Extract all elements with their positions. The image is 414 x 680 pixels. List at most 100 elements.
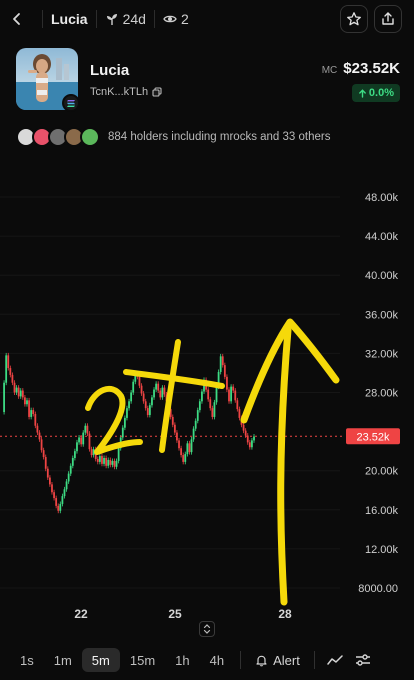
candle (130, 392, 133, 402)
candle (53, 492, 55, 499)
candle (78, 437, 80, 443)
candle (159, 390, 162, 398)
alert-button[interactable]: Alert (247, 653, 308, 668)
y-axis: 48.00k 44.00k 40.00k 36.00k 32.00k 28.00k 20.0… (358, 192, 398, 595)
candle (69, 465, 72, 474)
candle (228, 389, 230, 402)
price-change-value: 0.0% (368, 87, 394, 99)
share-icon (382, 12, 394, 25)
annotation-2x-text (85, 385, 143, 455)
price-chart[interactable]: 48.00k 44.00k 40.00k 36.00k 32.00k 28.00k 20.0… (0, 150, 414, 620)
candle (232, 386, 235, 391)
token-address-text: TcnK...kTLh (90, 86, 149, 98)
candle (21, 390, 24, 398)
timeframe-1s[interactable]: 1s (10, 648, 44, 672)
candle (9, 368, 12, 375)
holder-avatar (80, 127, 100, 147)
candle (28, 400, 30, 417)
candle (96, 458, 99, 462)
annotation-arrow-shaft (277, 326, 292, 606)
bell-icon (256, 655, 267, 666)
candle (238, 409, 241, 418)
candle (103, 457, 105, 464)
candle (121, 427, 124, 438)
candle (248, 442, 251, 448)
price-change-badge: 0.0% (351, 84, 400, 102)
expand-chart-button[interactable] (199, 621, 215, 637)
chart-type-button[interactable] (321, 648, 349, 672)
candle (219, 356, 222, 372)
watchers-count: 2 (180, 11, 189, 27)
chart-settings-button[interactable] (349, 648, 377, 672)
candle (194, 420, 197, 429)
candle (71, 457, 74, 466)
y-tick-label: 40.00k (365, 270, 399, 282)
candle (98, 456, 101, 462)
candle (215, 386, 218, 403)
candle (115, 460, 118, 467)
timeframe-1h[interactable]: 1h (165, 648, 199, 672)
y-tick-label: 20.00k (365, 466, 399, 478)
timeframe-5m[interactable]: 5m (81, 648, 120, 672)
holders-row[interactable]: 884 holders including mrocks and 33 othe… (16, 126, 330, 148)
candle (142, 393, 145, 402)
token-age-value: 24d (122, 11, 146, 27)
candle (3, 382, 5, 413)
divider (313, 651, 315, 669)
candle (155, 383, 158, 390)
candle (36, 425, 39, 433)
candle (186, 443, 189, 455)
market-cap-label: MC (321, 65, 338, 76)
eye-icon (163, 15, 177, 23)
candle (44, 457, 47, 469)
share-button[interactable] (374, 5, 402, 33)
candle (109, 459, 112, 465)
candle (49, 477, 51, 485)
candle (213, 402, 216, 417)
candle (80, 437, 83, 445)
timeframe-4h[interactable]: 4h (200, 648, 234, 672)
candle (246, 435, 249, 443)
arrow-up-icon (359, 88, 366, 98)
candle (184, 454, 187, 462)
candle (230, 386, 232, 402)
token-address[interactable]: TcnK...kTLh (90, 86, 162, 98)
candle (190, 439, 193, 453)
candle (107, 459, 110, 466)
candle (63, 489, 66, 497)
candle (253, 436, 255, 441)
candle (192, 428, 195, 440)
candle (161, 387, 164, 398)
x-tick-label: 22 (74, 607, 88, 620)
candle (234, 390, 237, 401)
candle (42, 450, 45, 458)
candle (163, 387, 166, 395)
candle (111, 460, 114, 465)
x-axis: 22 25 28 (74, 607, 292, 620)
holders-summary: 884 holders including mrocks and 33 othe… (108, 131, 331, 143)
candle (5, 355, 8, 383)
chevron-left-icon (13, 13, 20, 25)
solana-icon (62, 94, 80, 112)
candle (244, 430, 247, 436)
candle (73, 451, 76, 458)
timeframe-15m[interactable]: 15m (120, 648, 165, 672)
back-button[interactable] (0, 0, 34, 38)
candle (51, 484, 53, 493)
divider (95, 10, 97, 28)
candle (148, 405, 151, 415)
market-cap: MC $23.52K (322, 60, 400, 77)
candle (140, 385, 143, 394)
star-icon (347, 12, 361, 26)
candle (182, 455, 185, 462)
candle (90, 449, 93, 456)
candles (3, 352, 255, 514)
x-tick-label: 28 (278, 607, 292, 620)
candle (251, 440, 253, 448)
timeframe-1m[interactable]: 1m (44, 648, 82, 672)
current-price-marker: 23.52k (0, 428, 400, 445)
favorite-button[interactable] (340, 5, 368, 33)
candle (236, 400, 239, 410)
candle (123, 417, 126, 428)
copy-icon[interactable] (152, 87, 162, 97)
